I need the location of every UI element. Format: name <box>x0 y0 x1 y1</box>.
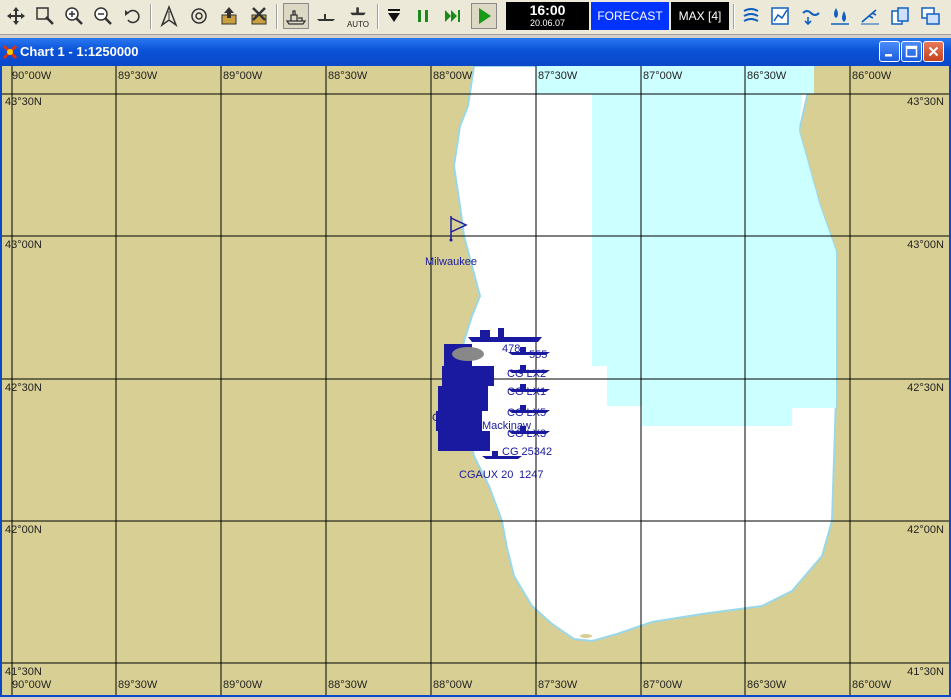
wind-icon[interactable] <box>857 3 883 29</box>
lat-label-left: 42°30N <box>5 382 42 394</box>
lon-label-bottom: 86°30W <box>747 679 787 691</box>
close-icon <box>928 46 939 57</box>
window-title: Chart 1 - 1:1250000 <box>20 44 139 59</box>
vessel-label: CGAUX 20 <box>459 469 513 481</box>
lat-label-left: 42°00N <box>5 524 42 536</box>
ship-view-icon[interactable] <box>283 3 309 29</box>
lat-label-right: 41°30N <box>907 666 944 678</box>
undo-view-icon[interactable] <box>120 3 146 29</box>
lat-label-right: 43°30N <box>907 96 944 108</box>
lon-label-top: 88°00W <box>433 70 473 82</box>
vessel-label: 555 <box>529 349 547 361</box>
lon-label-bottom: 87°30W <box>538 679 578 691</box>
current-icon[interactable] <box>797 3 823 29</box>
close-button[interactable] <box>923 41 944 62</box>
auto-label: AUTO <box>346 20 370 29</box>
lat-label-left: 43°30N <box>5 96 42 108</box>
vessel-label: CG LX5 <box>507 407 546 419</box>
vessel-label: CG LX2 <box>507 368 546 380</box>
vessel-label: Mackinaw <box>482 420 531 432</box>
island <box>580 634 592 638</box>
layers-icon[interactable] <box>887 3 913 29</box>
place-label-milwaukee: Milwaukee <box>425 256 477 268</box>
maximize-button[interactable] <box>901 41 922 62</box>
max-button[interactable]: MAX [4] <box>671 2 729 30</box>
lat-label-right: 42°00N <box>907 524 944 536</box>
lat-label-left: 43°00N <box>5 239 42 251</box>
pause-icon[interactable] <box>410 3 436 29</box>
lon-label-bottom: 88°30W <box>328 679 368 691</box>
lat-label-right: 42°30N <box>907 382 944 394</box>
chart-window: Chart 1 - 1:1250000 90°00W 89°30W 89°00W… <box>0 38 951 699</box>
clock-time: 16:00 <box>529 2 566 18</box>
lon-label-bottom: 87°00W <box>643 679 683 691</box>
lon-label-bottom: 90°00W <box>12 679 52 691</box>
vessel-icon <box>438 386 488 411</box>
vessel-label: 478 <box>502 343 520 355</box>
lon-label-bottom: 89°30W <box>118 679 158 691</box>
minimize-button[interactable] <box>879 41 900 62</box>
vessel-icon <box>442 366 494 386</box>
lat-label-right: 43°00N <box>907 239 944 251</box>
chart-canvas[interactable]: 90°00W 89°30W 89°00W 88°30W 88°00W 87°30… <box>2 66 949 695</box>
play-icon[interactable] <box>471 3 497 29</box>
lon-label-top: 86°00W <box>852 70 892 82</box>
island <box>517 603 527 609</box>
vessel-label: CG 25342 <box>502 446 552 458</box>
minimize-icon <box>885 54 892 57</box>
title-bar[interactable]: Chart 1 - 1:1250000 <box>0 38 951 66</box>
clock-date: 20.06.07 <box>529 18 566 28</box>
lon-label-top: 89°30W <box>118 70 158 82</box>
delete-icon[interactable] <box>246 3 272 29</box>
pan-icon[interactable] <box>3 3 29 29</box>
lon-label-bottom: 88°00W <box>433 679 473 691</box>
chart-window-icon <box>2 44 18 60</box>
lon-label-bottom: 89°00W <box>223 679 263 691</box>
lon-label-top: 87°00W <box>643 70 683 82</box>
lon-label-top: 87°30W <box>538 70 578 82</box>
north-up-icon[interactable] <box>156 3 182 29</box>
lon-label-top: 90°00W <box>12 70 52 82</box>
lat-label-left: 41°30N <box>5 666 42 678</box>
vessel-icon <box>438 431 490 451</box>
lon-label-bottom: 86°00W <box>852 679 892 691</box>
forecast-button[interactable]: FORECAST <box>591 2 669 30</box>
fast-forward-icon[interactable] <box>440 3 466 29</box>
center-icon[interactable] <box>186 3 212 29</box>
auto-mode-button[interactable]: AUTO <box>343 3 373 29</box>
windows-icon[interactable] <box>917 3 943 29</box>
lon-label-top: 88°30W <box>328 70 368 82</box>
ship-side-icon[interactable] <box>313 3 339 29</box>
shallow-zone-east <box>592 94 836 426</box>
nautical-chart[interactable]: 90°00W 89°30W 89°00W 88°30W 88°00W 87°30… <box>0 66 951 697</box>
vessel-label: CG <box>432 412 449 424</box>
zoom-out-icon[interactable] <box>90 3 116 29</box>
weather-icon[interactable] <box>738 3 764 29</box>
maximize-icon <box>905 45 918 58</box>
simulation-clock: 16:00 20.06.07 <box>506 2 589 30</box>
lon-label-top: 89°00W <box>223 70 263 82</box>
vessel-icon <box>452 347 484 361</box>
zoom-in-icon[interactable] <box>61 3 87 29</box>
lon-label-top: 86°30W <box>747 70 787 82</box>
vessel-label: CG LX1 <box>507 386 546 398</box>
chart-graph-icon[interactable] <box>767 3 793 29</box>
vessel-label: 1247 <box>519 469 543 481</box>
oil-spill-icon[interactable] <box>827 3 853 29</box>
export-icon[interactable] <box>216 3 242 29</box>
stop-icon[interactable] <box>381 3 407 29</box>
zoom-window-icon[interactable] <box>32 3 58 29</box>
main-toolbar: AUTO 16:00 20.06.07 FORECAST MAX [4] <box>0 0 951 35</box>
